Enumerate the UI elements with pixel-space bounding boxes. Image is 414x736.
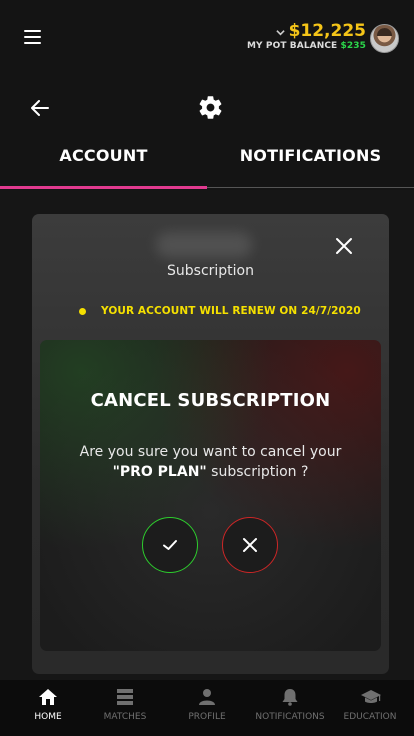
profile-icon <box>199 689 215 705</box>
account-header: ACCOUNT NOTIFICATIONS <box>0 78 414 190</box>
dialog-plan-name: "PRO PLAN" <box>112 464 207 480</box>
nav-label-profile: PROFILE <box>188 712 226 722</box>
top-bar: $12,225 MY POT BALANCE $235 <box>0 0 414 78</box>
renew-notice: YOUR ACCOUNT WILL RENEW ON 24/7/2020 <box>79 305 361 317</box>
cancel-subscription-dialog: CANCEL SUBSCRIPTION Are you sure you wan… <box>40 340 381 651</box>
nav-label-matches: MATCHES <box>103 712 147 722</box>
pot-balance-label: MY POT BALANCE <box>246 41 338 51</box>
dialog-title: CANCEL SUBSCRIPTION <box>90 390 331 411</box>
nav-label-education: EDUCATION <box>343 712 397 722</box>
pot-balance-value: $235 <box>340 41 366 51</box>
cancel-button[interactable] <box>222 517 278 573</box>
home-icon <box>39 689 57 705</box>
hamburger-menu-icon[interactable] <box>24 30 41 45</box>
nav-item-home[interactable]: HOME <box>7 680 89 736</box>
plan-badge-blurred <box>156 232 252 258</box>
bottom-navigation: HOME MATCHES PROFILE NOTIFICATIONS EDUCA… <box>0 680 414 736</box>
checkmark-icon <box>163 540 177 550</box>
nav-item-notifications[interactable]: NOTIFICATIONS <box>249 680 331 736</box>
status-dot-icon <box>79 307 86 315</box>
chevron-down-icon[interactable] <box>275 28 285 37</box>
back-arrow-icon[interactable] <box>31 100 49 116</box>
close-icon <box>243 538 257 552</box>
balance-display[interactable]: $12,225 MY POT BALANCE $235 <box>247 21 366 51</box>
pot-balance: MY POT BALANCE $235 <box>247 41 366 51</box>
tab-active-indicator <box>0 186 207 189</box>
dialog-message: Are you sure you want to cancel your "PR… <box>58 442 363 482</box>
matches-icon <box>117 689 133 705</box>
avatar[interactable] <box>370 24 399 53</box>
balance-amount: $12,225 <box>288 21 366 41</box>
close-icon[interactable] <box>335 237 353 255</box>
bell-icon <box>282 689 298 706</box>
renew-notice-text: YOUR ACCOUNT WILL RENEW ON 24/7/2020 <box>101 305 361 317</box>
graduation-cap-icon <box>361 690 381 703</box>
tab-notifications[interactable]: NOTIFICATIONS <box>207 146 414 165</box>
dialog-message-suffix: subscription ? <box>206 464 309 480</box>
nav-item-matches[interactable]: MATCHES <box>84 680 166 736</box>
nav-item-profile[interactable]: PROFILE <box>166 680 248 736</box>
tab-account[interactable]: ACCOUNT <box>0 146 207 165</box>
nav-label-home: HOME <box>34 712 62 722</box>
card-title: Subscription <box>167 263 254 279</box>
confirm-button[interactable] <box>142 517 198 573</box>
nav-label-notifications: NOTIFICATIONS <box>255 712 325 722</box>
gear-icon[interactable] <box>197 94 224 121</box>
dialog-message-prefix: Are you sure you want to cancel your <box>79 444 342 460</box>
nav-item-education[interactable]: EDUCATION <box>329 680 411 736</box>
